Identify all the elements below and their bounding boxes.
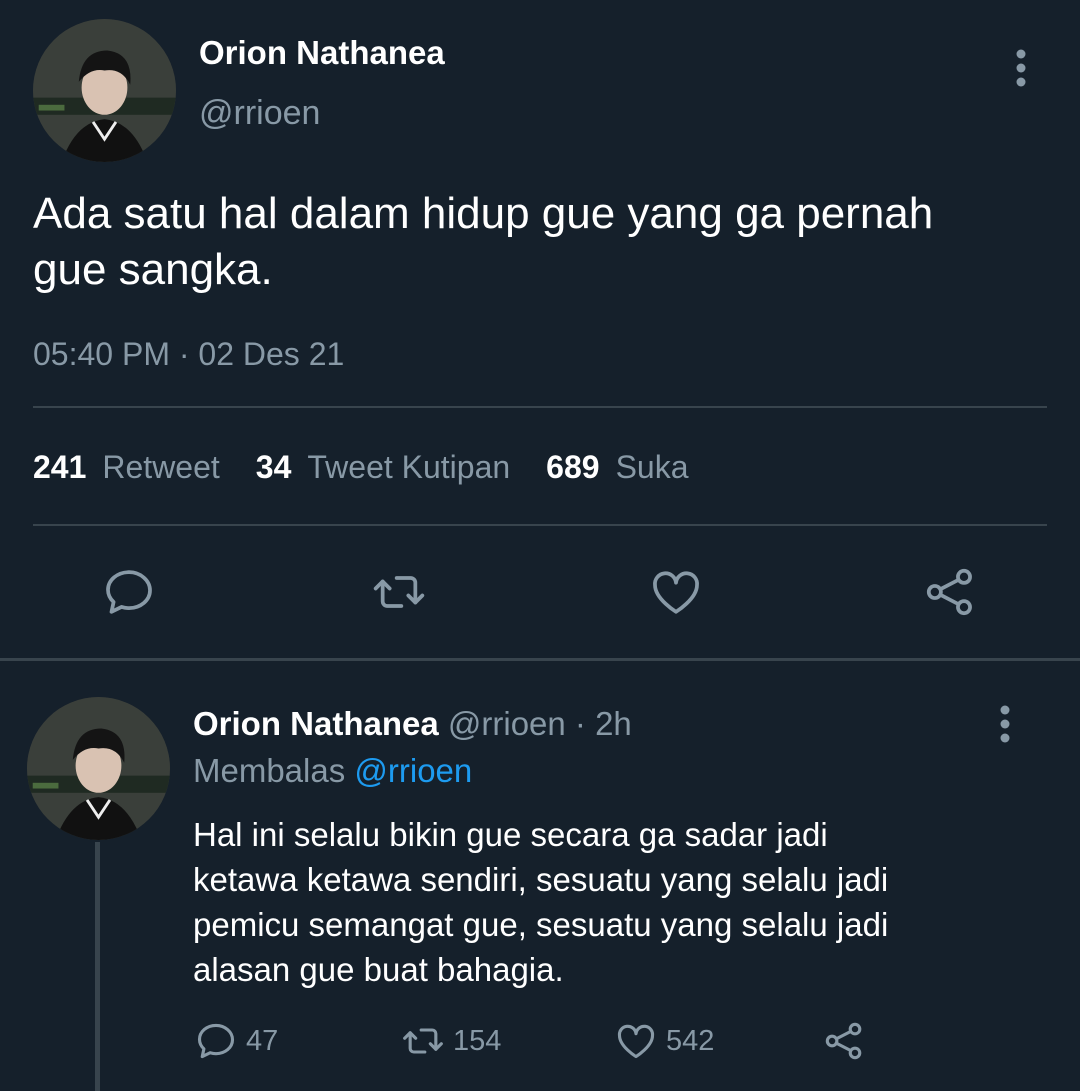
replying-to-mention[interactable]: @rrioen [354,752,472,789]
quotes-count[interactable]: 34 [256,449,292,486]
heart-icon [653,571,699,614]
retweet-count: 154 [453,1024,502,1057]
reply-handle-time[interactable]: @rrioen · 2h [439,705,632,742]
quotes-label[interactable]: Tweet Kutipan [307,449,510,486]
like-count: 542 [666,1024,715,1057]
retweets-count[interactable]: 241 [33,449,86,486]
reply-like-button[interactable]: 542 [614,1019,714,1063]
thread-line [95,842,100,1091]
reply-text: Hal ini selalu bikin gue secara ga sadar… [193,816,889,988]
like-button[interactable] [648,564,704,625]
more-options-button[interactable] [1015,48,1027,93]
tweet-timestamp[interactable]: 05:40 PM · 02 Des 21 [33,336,344,373]
replying-label: Membalas [193,752,355,789]
retweet-icon [403,1028,443,1054]
reply-icon [106,570,152,614]
more-vertical-icon [1016,49,1026,87]
heart-icon [617,1024,655,1059]
reply-count: 47 [246,1024,279,1057]
divider [33,406,1047,408]
author-name[interactable]: Orion Nathanea [199,34,445,72]
avatar-image [33,19,176,162]
more-vertical-icon [1000,705,1010,743]
likes-label[interactable]: Suka [616,449,689,486]
author-handle[interactable]: @rrioen [199,94,320,133]
reply-share-button[interactable] [822,1019,874,1063]
reply-icon [197,1023,235,1059]
divider [33,524,1047,526]
retweet-icon [373,576,425,608]
replying-to: Membalas @rrioen [193,752,472,790]
reply-reply-button[interactable]: 47 [194,1019,278,1063]
reply-retweet-button[interactable]: 154 [401,1019,501,1063]
reply-author-name[interactable]: Orion Nathanea [193,705,439,742]
section-divider [0,658,1080,661]
share-button[interactable] [922,564,978,625]
tweet-stats: 241 Retweet 34 Tweet Kutipan 689 Suka [33,449,689,486]
likes-count[interactable]: 689 [546,449,599,486]
reply-button[interactable] [101,564,157,625]
retweets-label[interactable]: Retweet [102,449,219,486]
reply-more-options-button[interactable] [999,704,1011,749]
avatar-image [27,697,170,840]
share-icon [825,1022,862,1060]
author-avatar[interactable] [33,19,176,162]
tweet-text: Ada satu hal dalam hidup gue yang ga per… [33,189,934,294]
reply-header: Orion Nathanea @rrioen · 2h [193,705,632,743]
share-icon [926,568,972,616]
reply-author-avatar[interactable] [27,697,170,840]
retweet-button[interactable] [371,564,427,625]
